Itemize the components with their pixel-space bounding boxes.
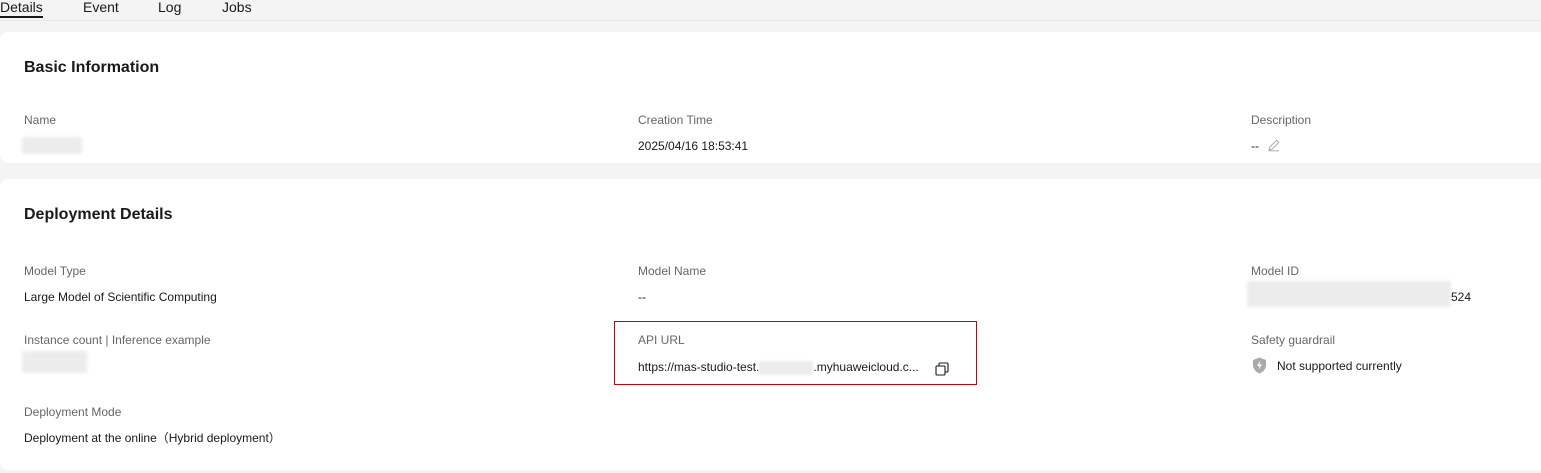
- tab-details[interactable]: Details: [0, 0, 43, 18]
- api-url-highlight-box: [614, 321, 977, 385]
- creation-time-label: Creation Time: [638, 113, 713, 127]
- model-id-redacted: [1247, 281, 1451, 307]
- shield-icon: [1252, 357, 1267, 374]
- name-value-redacted: [22, 137, 82, 154]
- name-label: Name: [24, 113, 57, 127]
- model-type-label: Model Type: [24, 264, 86, 278]
- copy-icon[interactable]: [935, 362, 949, 376]
- tab-log[interactable]: Log: [158, 0, 181, 15]
- creation-time-value: 2025/04/16 18:53:41: [638, 139, 749, 153]
- model-type-value: Large Model of Scientific Computing: [24, 290, 217, 304]
- model-name-label: Model Name: [638, 264, 707, 278]
- model-id-label: Model ID: [1251, 264, 1300, 278]
- model-name-value: --: [638, 290, 646, 304]
- basic-information-title: Basic Information: [24, 59, 160, 76]
- safety-guardrail-label: Safety guardrail: [1251, 333, 1336, 347]
- deployment-details-card: Deployment Details Model Type Large Mode…: [0, 179, 1541, 470]
- deployment-mode-label: Deployment Mode: [24, 405, 122, 419]
- safety-guardrail-value: Not supported currently: [1277, 359, 1402, 373]
- basic-information-card: Basic Information Name Creation Time 202…: [0, 32, 1541, 163]
- tab-bar: Details Event Log Jobs: [0, 0, 1541, 21]
- api-url-suffix: .myhuaweicloud.c...: [813, 360, 919, 374]
- api-url-redacted: [759, 360, 814, 375]
- description-label: Description: [1251, 113, 1312, 127]
- api-url-value[interactable]: https://mas-studio-test. .myhuaweicloud.c…: [638, 360, 919, 375]
- deployment-mode-value: Deployment at the online（Hybrid deployme…: [24, 431, 281, 445]
- instance-count-label: Instance count | Inference example: [24, 333, 211, 347]
- description-value: --: [1251, 139, 1259, 153]
- edit-pencil-icon[interactable]: [1267, 138, 1281, 152]
- deployment-details-title: Deployment Details: [24, 206, 173, 223]
- instance-count-redacted: [22, 351, 87, 373]
- model-id-suffix: 524: [1451, 290, 1472, 304]
- api-url-label: API URL: [638, 333, 685, 347]
- tab-event[interactable]: Event: [83, 0, 119, 15]
- api-url-prefix: https://mas-studio-test.: [638, 360, 760, 374]
- tab-jobs[interactable]: Jobs: [222, 0, 252, 15]
